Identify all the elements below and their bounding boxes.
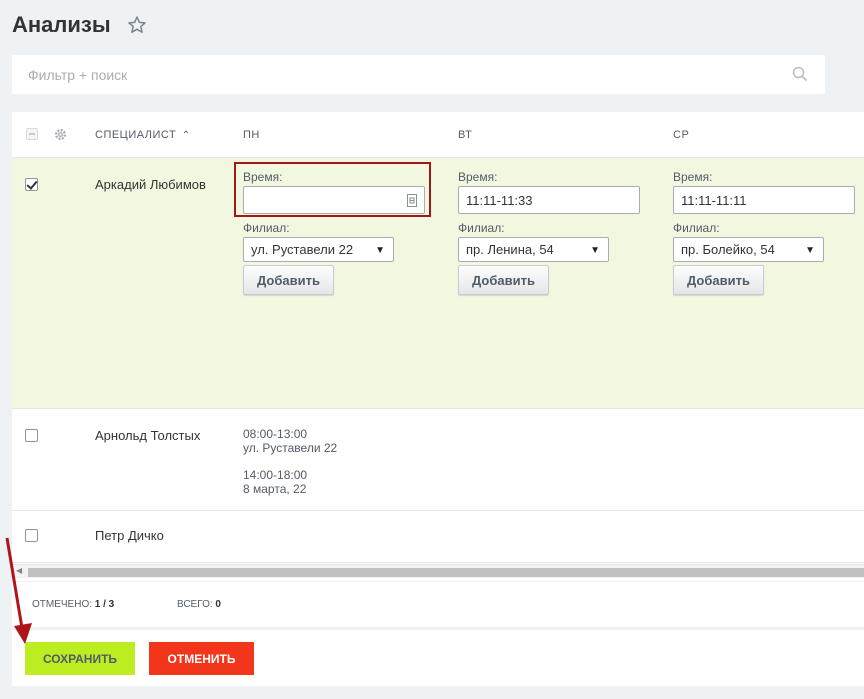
cancel-button[interactable]: ОТМЕНИТЬ	[149, 642, 254, 675]
branch-label: Филиал:	[243, 221, 290, 235]
cell-wed: Время: Филиал: пр. Болейко, 54 ▼ Добавит…	[673, 170, 855, 295]
row-checkbox[interactable]	[25, 178, 38, 191]
branch-label: Филиал:	[458, 221, 505, 235]
row-checkbox[interactable]	[25, 529, 38, 542]
column-header-tue[interactable]: ВТ	[458, 129, 472, 141]
add-button-mon[interactable]: Добавить	[243, 265, 334, 295]
column-header-mon[interactable]: ПН	[243, 129, 260, 141]
add-button-wed[interactable]: Добавить	[673, 265, 764, 295]
grid-header: СПЕЦИАЛИСТ ⌃ ПН ВТ СР	[12, 112, 864, 158]
cell-tue: Время: Филиал: пр. Ленина, 54 ▼ Добавить	[458, 170, 640, 295]
search-icon[interactable]	[792, 66, 808, 82]
time-input-tue[interactable]	[458, 186, 640, 214]
specialist-name: Аркадий Любимов	[95, 177, 206, 192]
chevron-down-icon: ▼	[590, 245, 600, 256]
add-button-tue[interactable]: Добавить	[458, 265, 549, 295]
branch-select-tue[interactable]: пр. Ленина, 54 ▼	[458, 237, 609, 262]
star-icon[interactable]	[127, 15, 147, 35]
chevron-down-icon: ▼	[375, 245, 385, 256]
grid-footer: ОТМЕЧЕНО: 1 / 3 ВСЕГО: 0	[12, 582, 864, 627]
time-input-wed[interactable]	[673, 186, 855, 214]
time-label: Время:	[673, 170, 713, 184]
sort-asc-icon: ⌃	[181, 130, 191, 141]
slot-place: 8 марта, 22	[243, 482, 307, 496]
column-header-specialist[interactable]: СПЕЦИАЛИСТ ⌃	[95, 129, 191, 141]
gear-icon[interactable]	[53, 127, 68, 142]
cell-mon: 08:00-13:00 ул. Руставели 22 14:00-18:00…	[243, 427, 337, 496]
save-button[interactable]: СОХРАНИТЬ	[25, 642, 135, 675]
branch-select-mon[interactable]: ул. Руставели 22 ▼	[243, 237, 394, 262]
slot-time: 08:00-13:00	[243, 427, 308, 441]
scroll-left-icon[interactable]: ◀	[16, 566, 22, 575]
chevron-down-icon: ▼	[805, 245, 815, 256]
table-row: Аркадий Любимов Время: Филиал: ул. Руста…	[12, 158, 864, 409]
specialist-name: Петр Дичко	[95, 528, 164, 543]
table-row: Петр Дичко	[12, 511, 864, 563]
column-header-wed[interactable]: СР	[673, 129, 689, 141]
search-input[interactable]	[12, 55, 772, 94]
specialist-name: Арнольд Толстых	[95, 428, 201, 443]
table-row: Арнольд Толстых 08:00-13:00 ул. Руставел…	[12, 409, 864, 511]
time-label: Время:	[458, 170, 498, 184]
total-count: ВСЕГО: 0	[177, 599, 221, 610]
slot-time: 14:00-18:00	[243, 468, 308, 482]
branch-select-wed[interactable]: пр. Болейко, 54 ▼	[673, 237, 824, 262]
slot-place: ул. Руставели 22	[243, 441, 338, 455]
row-checkbox[interactable]	[25, 429, 38, 442]
highlight-annotation	[234, 162, 431, 217]
select-all-checkbox[interactable]	[26, 128, 38, 140]
schedule-grid: СПЕЦИАЛИСТ ⌃ ПН ВТ СР Аркадий Любимов Вр…	[12, 112, 864, 581]
selected-count: ОТМЕЧЕНО: 1 / 3	[32, 599, 115, 610]
action-bar: СОХРАНИТЬ ОТМЕНИТЬ	[12, 630, 864, 686]
scrollbar-thumb[interactable]	[28, 568, 864, 577]
filter-bar	[12, 55, 825, 94]
branch-label: Филиал:	[673, 221, 720, 235]
page-title: Анализы	[12, 12, 111, 37]
horizontal-scrollbar[interactable]: ◀	[12, 564, 864, 578]
